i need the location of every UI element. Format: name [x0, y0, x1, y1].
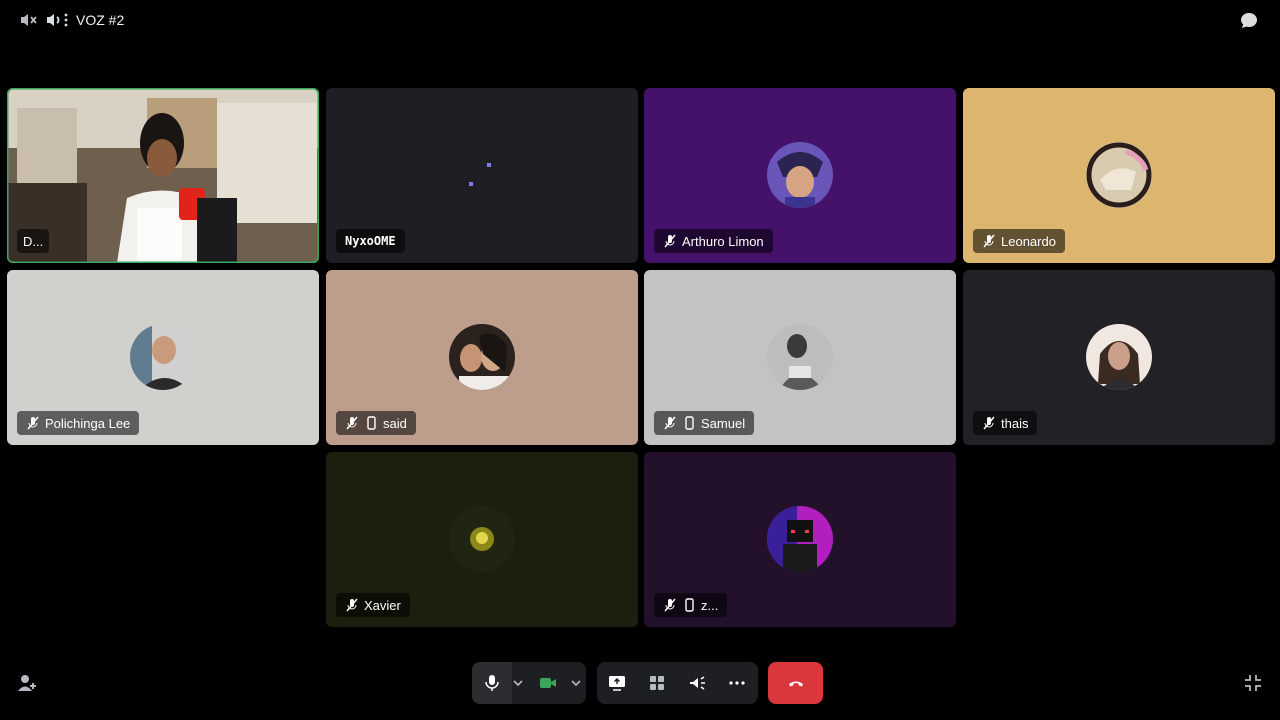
mobile-device-icon [685, 416, 694, 430]
avatar [449, 324, 515, 390]
participant-tile[interactable]: NyxoOME [326, 88, 638, 263]
screen-share-icon [609, 676, 625, 691]
soundboard-icon [690, 676, 705, 690]
avatar [1086, 142, 1152, 208]
participant-tile[interactable]: Samuel [644, 270, 956, 445]
participant-name: Arthuro Limon [682, 233, 764, 249]
avatar [767, 324, 833, 390]
avatar [767, 506, 833, 572]
microphone-muted-icon [983, 416, 995, 430]
more-vertical-icon[interactable] [62, 10, 70, 30]
microphone-muted-icon [983, 234, 995, 248]
speaker-muted-icon[interactable] [18, 10, 38, 30]
participant-nameplate: Samuel [654, 411, 755, 435]
participant-nameplate: D... [17, 229, 50, 253]
phone-hangup-icon [788, 681, 803, 687]
chat-bubble-icon[interactable] [1238, 10, 1260, 32]
disconnect-button[interactable] [768, 662, 823, 704]
participant-tile[interactable]: z... [644, 452, 956, 627]
microphone-icon [485, 675, 499, 691]
call-action-controls [597, 662, 758, 704]
camera-options-button[interactable] [566, 662, 586, 704]
participant-name: thais [1001, 415, 1029, 431]
participant-name: D... [23, 233, 44, 249]
participant-nameplate: Arthuro Limon [654, 229, 773, 253]
microphone-muted-icon [664, 234, 676, 248]
chevron-down-icon [571, 680, 581, 687]
participant-tile[interactable]: Arthuro Limon [644, 88, 956, 263]
participant-name: Samuel [701, 415, 746, 431]
microphone-muted-icon [664, 598, 676, 612]
participant-name: NyxoOME [345, 234, 396, 248]
participant-name: said [383, 415, 407, 431]
participant-name: Xavier [364, 597, 401, 613]
participant-name: Leonardo [1001, 233, 1056, 249]
mobile-device-icon [367, 416, 376, 430]
volume-icon[interactable] [44, 10, 64, 30]
exit-fullscreen-icon[interactable] [1242, 672, 1264, 694]
add-person-icon[interactable] [16, 672, 38, 694]
activities-button[interactable] [637, 662, 677, 704]
webcam-video [7, 88, 319, 263]
participant-nameplate: z... [654, 593, 728, 617]
activities-icon [650, 676, 664, 690]
participant-tile[interactable]: Polichinga Lee [7, 270, 319, 445]
participant-tile[interactable]: thais [963, 270, 1275, 445]
participant-name: z... [701, 597, 719, 613]
participant-name: Polichinga Lee [45, 415, 131, 431]
channel-title: VOZ #2 [76, 12, 125, 28]
voice-channel-header: VOZ #2 [0, 0, 1280, 40]
microphone-button[interactable] [472, 662, 512, 704]
avatar [767, 142, 833, 208]
microphone-muted-icon [346, 416, 358, 430]
chevron-down-icon [513, 680, 523, 687]
participant-tile[interactable]: said [326, 270, 638, 445]
audio-video-controls [472, 662, 586, 704]
participant-tile[interactable]: Leonardo [963, 88, 1275, 263]
more-options-button[interactable] [717, 662, 757, 704]
soundboard-button[interactable] [677, 662, 717, 704]
camera-button[interactable] [530, 662, 566, 704]
participant-nameplate: Xavier [336, 593, 410, 617]
participant-nameplate: Polichinga Lee [17, 411, 140, 435]
mobile-device-icon [685, 598, 694, 612]
participant-tile-video[interactable]: D... [7, 88, 319, 263]
microphone-muted-icon [346, 598, 358, 612]
microphone-options-button[interactable] [508, 662, 528, 704]
camera-icon [540, 678, 556, 688]
participant-nameplate: said [336, 411, 416, 435]
more-horizontal-icon [729, 681, 745, 685]
avatar [449, 506, 515, 572]
avatar [130, 324, 196, 390]
microphone-muted-icon [27, 416, 39, 430]
participant-nameplate: NyxoOME [336, 229, 405, 253]
participant-nameplate: thais [973, 411, 1038, 435]
microphone-muted-icon [664, 416, 676, 430]
screen-share-button[interactable] [597, 662, 637, 704]
participant-tile[interactable]: Xavier [326, 452, 638, 627]
avatar [1086, 324, 1152, 390]
participant-nameplate: Leonardo [973, 229, 1065, 253]
